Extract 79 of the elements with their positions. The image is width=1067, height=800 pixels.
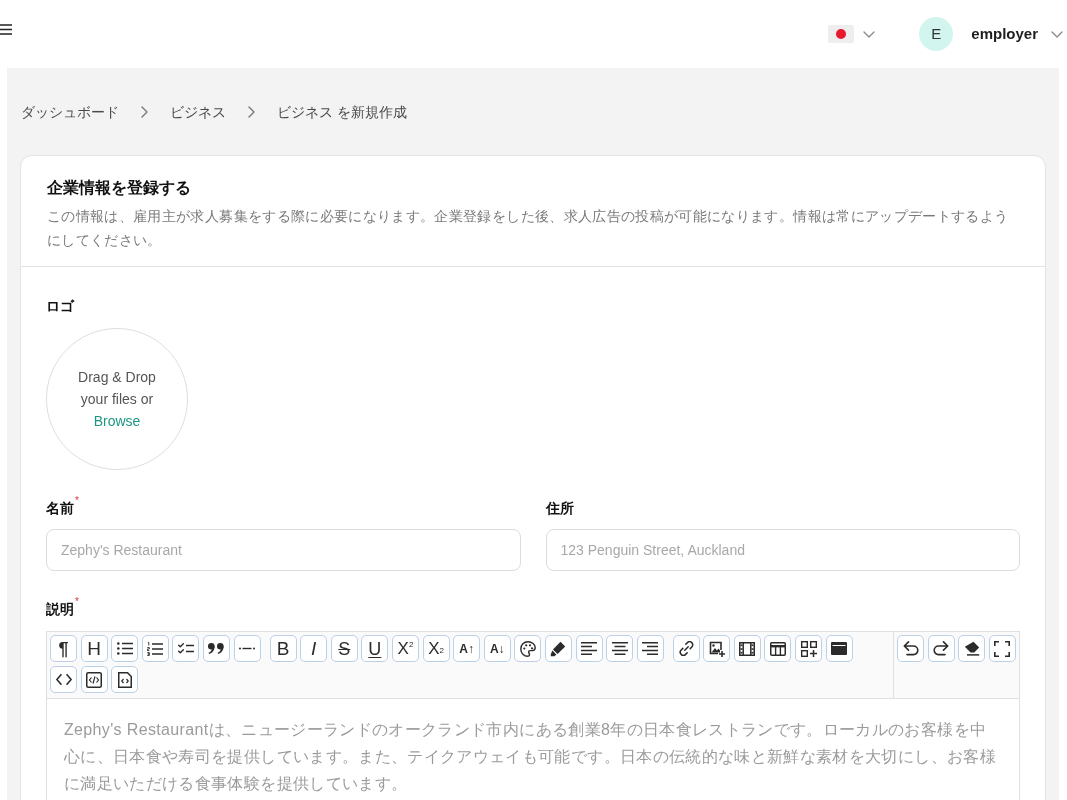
menu-icon xyxy=(0,23,12,35)
table-icon xyxy=(769,641,786,656)
align-right-button[interactable] xyxy=(636,635,664,662)
strikethrough-button[interactable]: S xyxy=(330,635,358,662)
underline-button[interactable]: U xyxy=(361,635,389,662)
japan-flag-icon xyxy=(828,25,855,43)
source-file-button[interactable] xyxy=(111,666,139,693)
checklist-button[interactable] xyxy=(172,635,200,662)
chevron-down-icon xyxy=(1051,30,1063,38)
language-selector[interactable] xyxy=(828,25,876,43)
field-label: 説明 xyxy=(46,600,74,619)
undo-button[interactable] xyxy=(897,635,924,662)
eraser-button[interactable] xyxy=(958,635,986,662)
card-title: 企業情報を登録する xyxy=(47,178,192,198)
video-button[interactable] xyxy=(733,635,761,662)
breadcrumb-current: ビジネス を新規作成 xyxy=(277,102,407,122)
bullet-list-button[interactable] xyxy=(111,635,139,662)
fullscreen-button[interactable] xyxy=(988,635,1016,662)
italic-button[interactable]: I xyxy=(300,635,328,662)
layout-button[interactable] xyxy=(825,635,853,662)
image-plus-icon xyxy=(708,640,725,657)
numbered-list-icon xyxy=(147,641,164,656)
code-box-icon xyxy=(86,671,103,688)
code-file-icon xyxy=(117,671,132,688)
align-right-icon xyxy=(642,642,659,655)
bold-button[interactable]: B xyxy=(269,635,297,662)
quote-icon xyxy=(208,643,225,654)
blocks-plus-icon xyxy=(800,640,817,657)
upload-prompt: Drag & Drop your files or Browse xyxy=(77,368,157,431)
eraser-icon xyxy=(963,641,980,656)
text-field[interactable]: Zephy's Restaurant xyxy=(46,529,521,571)
image-button[interactable] xyxy=(703,635,731,662)
font-color-button[interactable] xyxy=(514,635,542,662)
browse-link[interactable]: Browse xyxy=(93,413,141,429)
chevron-right-icon xyxy=(248,106,255,118)
user-menu-button[interactable]: employer xyxy=(971,22,1063,46)
align-center-icon xyxy=(611,642,628,655)
align-left-icon xyxy=(581,642,597,655)
fullscreen-icon xyxy=(994,640,1011,657)
required-mark: * xyxy=(75,496,79,506)
font-size-down-button[interactable]: A↓ xyxy=(483,635,511,662)
field-label: ロゴ xyxy=(46,297,74,316)
redo-icon xyxy=(933,641,950,656)
quote-button[interactable] xyxy=(202,635,230,662)
undo-icon xyxy=(902,641,919,656)
field-label: 住所 xyxy=(545,499,574,518)
breadcrumb-link[interactable]: ダッシュボード xyxy=(21,101,119,123)
horizontal-rule-icon xyxy=(239,647,256,650)
card-description: この情報は、雇用主が求人募集をする際に必要になります。企業登録をした後、求人広告の投稿が可能になります。情報は常にアップデートするようにしてください。 xyxy=(47,207,1010,250)
code-view-button[interactable] xyxy=(80,666,108,693)
checklist-icon xyxy=(177,643,194,654)
align-left-button[interactable] xyxy=(575,635,603,662)
highlight-button[interactable] xyxy=(544,635,572,662)
layout-icon xyxy=(831,642,848,655)
heading-button[interactable]: H xyxy=(80,635,108,662)
bullet-list-icon xyxy=(116,642,133,655)
paragraph-button[interactable]: ¶ xyxy=(50,635,77,662)
code-icon xyxy=(55,674,72,685)
superscript-button[interactable]: X$^{2}$ xyxy=(391,635,419,662)
code-button[interactable] xyxy=(50,666,77,693)
align-center-button[interactable] xyxy=(606,635,634,662)
field-label: 名前 xyxy=(46,499,74,518)
link-icon xyxy=(678,641,694,656)
user-avatar: E xyxy=(919,17,954,51)
highlighter-icon xyxy=(550,640,567,657)
table-button[interactable] xyxy=(764,635,792,662)
required-mark: * xyxy=(75,597,79,607)
link-button[interactable] xyxy=(672,635,700,662)
font-size-up-button[interactable]: A↑ xyxy=(453,635,481,662)
numbered-list-button[interactable] xyxy=(141,635,169,662)
chevron-down-icon xyxy=(863,30,876,38)
text-field[interactable]: 123 Penguin Street, Auckland xyxy=(545,529,1020,571)
palette-icon xyxy=(519,640,536,657)
logo-dropzone[interactable]: Drag & Drop your files or Browse xyxy=(46,328,188,470)
breadcrumb-link[interactable]: ビジネス xyxy=(170,101,226,123)
blocks-button[interactable] xyxy=(795,635,823,662)
chevron-right-icon xyxy=(141,106,148,118)
film-icon xyxy=(739,641,756,656)
redo-button[interactable] xyxy=(927,635,955,662)
